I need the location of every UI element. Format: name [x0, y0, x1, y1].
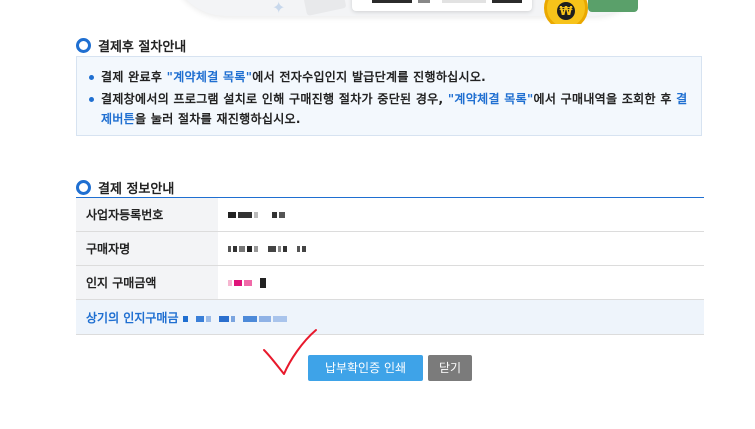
sparkle-icon: ✦	[272, 0, 286, 17]
row-label-stamp-amount: 인지 구매금액	[76, 265, 218, 300]
buyer-name-value-masked	[218, 231, 704, 266]
section-title-text: 결제후 절차안내	[98, 40, 187, 55]
section-title-payment-info: 결제 정보안내	[76, 178, 174, 197]
info-item: 결제창에서의 프로그램 설치로 인해 구매진행 절차가 중단된 경우, "계약체…	[89, 89, 689, 129]
table-row: 구매자명	[76, 231, 704, 266]
table-row: 사업자등록번호	[76, 197, 704, 232]
won-coin-icon: ₩	[544, 0, 588, 24]
business-number-value-masked	[218, 197, 704, 232]
table-row-total: 상기의 인지구매금	[76, 299, 704, 335]
stamp-amount-value-masked	[218, 265, 704, 300]
circle-bullet-icon	[76, 180, 91, 195]
masked-value	[228, 276, 268, 290]
payment-info-table: 사업자등록번호 구매자명 인지 구매금액 상기의 인지구매금	[76, 197, 704, 335]
circle-bullet-icon	[76, 38, 91, 53]
section-title-procedure: 결제후 절차안내	[76, 36, 186, 55]
close-button[interactable]: 닫기	[428, 355, 472, 381]
section-title-text: 결제 정보안내	[98, 182, 175, 197]
screen-illustration	[352, 0, 532, 11]
banknote-illustration	[588, 0, 638, 12]
table-row: 인지 구매금액	[76, 265, 704, 300]
top-banner-illustration: ✦ ₩	[0, 0, 755, 24]
row-label-buyer-name: 구매자명	[76, 231, 218, 266]
total-label: 상기의 인지구매금	[86, 310, 179, 325]
info-item: 결제 완료후 "계약체결 목록"에서 전자수입인지 발급단계를 진행하십시오.	[89, 67, 689, 87]
masked-value	[182, 311, 289, 325]
procedure-info-box: 결제 완료후 "계약체결 목록"에서 전자수입인지 발급단계를 진행하십시오. …	[76, 56, 702, 136]
contract-list-link[interactable]: "계약체결 목록"	[448, 92, 534, 106]
contract-list-link[interactable]: "계약체결 목록"	[167, 70, 253, 84]
masked-value	[228, 208, 287, 222]
total-summary: 상기의 인지구매금	[76, 299, 704, 335]
print-receipt-button[interactable]: 납부확인증 인쇄	[308, 355, 423, 381]
row-label-business-number: 사업자등록번호	[76, 197, 218, 232]
masked-value	[228, 242, 308, 256]
